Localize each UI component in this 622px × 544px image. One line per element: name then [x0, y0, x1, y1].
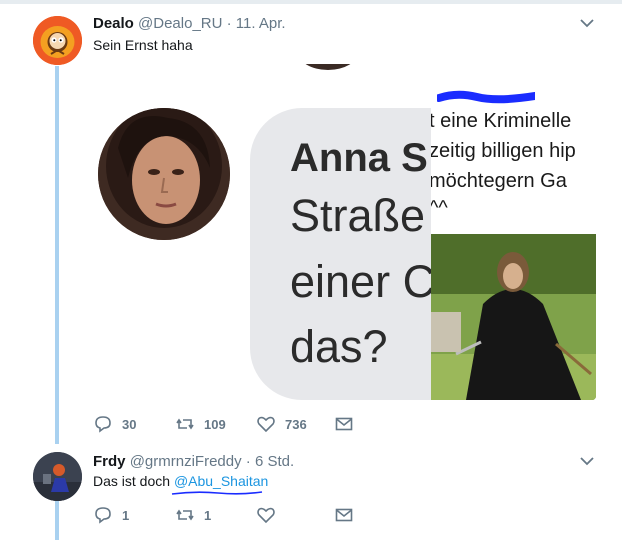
like-button[interactable]: 736 — [256, 414, 307, 434]
panel-text-line: zeitig billigen hip — [431, 140, 576, 162]
reply-icon — [95, 416, 111, 433]
user-handle[interactable]: @grmrnziFreddy — [130, 453, 242, 470]
thread-connector-line — [55, 66, 59, 444]
avatar[interactable] — [33, 16, 82, 65]
screenshot-text-panel: t eine Kriminelle zeitig billigen hip mö… — [431, 74, 596, 234]
like-count: 736 — [285, 416, 307, 432]
display-name[interactable]: Dealo — [93, 15, 134, 32]
like-button[interactable] — [256, 505, 285, 525]
tweet-header: Dealo @Dealo_RU · 11. Apr. — [93, 15, 286, 32]
message-icon — [335, 508, 353, 522]
chevron-down-icon[interactable] — [579, 455, 595, 467]
cropped-avatar — [298, 64, 358, 70]
bubble-text-line: Straße — [290, 190, 426, 241]
message-icon — [335, 417, 353, 431]
reply-button[interactable]: 1 — [93, 505, 129, 525]
top-divider — [0, 0, 622, 4]
retweet-button[interactable]: 109 — [175, 414, 226, 434]
direct-message-button[interactable] — [334, 414, 354, 434]
avatar-photo-icon — [33, 452, 82, 501]
retweet-icon — [176, 509, 194, 521]
thread-connector-line-lower — [55, 500, 59, 540]
mention-link[interactable]: @Abu_Shaitan — [174, 473, 268, 489]
panel-text-line: möchtegern Ga — [431, 170, 567, 192]
retweet-count: 109 — [204, 416, 226, 432]
mention-underline-scribble — [171, 491, 263, 495]
profile-photo-woman — [98, 108, 230, 240]
bubble-sender-name: Anna S — [290, 136, 428, 180]
direct-message-button[interactable] — [334, 505, 354, 525]
bubble-text-line: das? — [290, 321, 388, 372]
reply-count: 1 — [122, 507, 130, 523]
display-name[interactable]: Frdy — [93, 453, 126, 470]
user-handle[interactable]: @Dealo_RU — [138, 15, 222, 32]
retweet-button[interactable]: 1 — [175, 505, 211, 525]
panel-text-line: ^^ — [431, 197, 448, 219]
like-icon — [257, 507, 275, 524]
tweet-header: Frdy @grmrnziFreddy · 6 Std. — [93, 453, 294, 470]
reply-button[interactable]: 30 — [93, 414, 136, 434]
like-icon — [257, 416, 275, 433]
retweet-icon — [176, 418, 194, 430]
reply-count: 30 — [122, 416, 137, 432]
cloaked-person-photo — [431, 234, 596, 400]
chevron-down-icon[interactable] — [579, 17, 595, 29]
bubble-text-line: einer C — [290, 256, 436, 307]
retweet-count: 1 — [204, 507, 212, 523]
tweet-text-prefix: Das ist doch — [93, 473, 174, 489]
panel-text-line: t eine Kriminelle — [431, 110, 572, 132]
tweet-media-image[interactable]: Anna S Straße einer C das? t eine Krimin… — [93, 64, 596, 400]
timestamp[interactable]: · 11. Apr. — [227, 15, 286, 32]
avatar[interactable] — [33, 452, 82, 501]
tweet-text: Das ist doch @Abu_Shaitan — [93, 473, 268, 489]
timestamp[interactable]: · 6 Std. — [246, 453, 294, 470]
redaction-scribble — [437, 90, 535, 104]
reply-icon — [95, 507, 111, 524]
tweet-text: Sein Ernst haha — [93, 37, 193, 53]
avatar-kenny-icon — [33, 16, 82, 65]
